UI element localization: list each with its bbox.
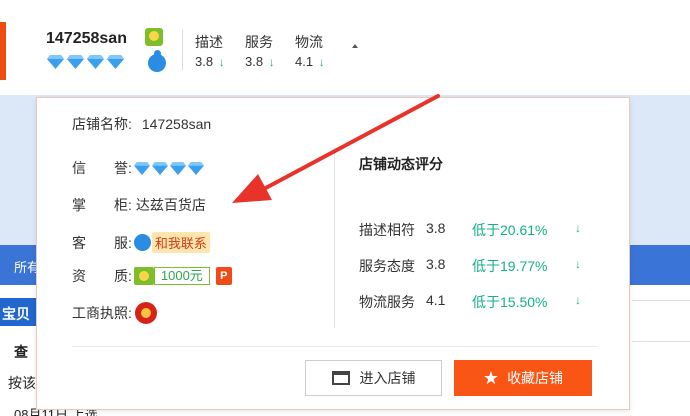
owner-row: 掌 柜: 达兹百货店 bbox=[72, 195, 206, 215]
background-text: 按该 bbox=[8, 375, 36, 391]
down-arrow-icon: ↓ bbox=[318, 55, 325, 69]
score-name: 服务态度 bbox=[359, 258, 415, 274]
diamond-icon bbox=[67, 55, 84, 69]
owner-label: 掌 柜: bbox=[72, 197, 132, 213]
credit-label: 信 誉: bbox=[72, 160, 132, 176]
score-name: 描述相符 bbox=[359, 222, 415, 238]
down-arrow-icon: ↓ bbox=[575, 293, 581, 307]
brand-edge bbox=[0, 22, 6, 80]
license-label: 工商执照: bbox=[72, 305, 132, 321]
wangwang-icon[interactable] bbox=[148, 50, 166, 72]
header-rating-describe: 描述 3.8 ↓ bbox=[195, 34, 225, 69]
service-row: 客 服: 和我联系 bbox=[72, 232, 210, 253]
seller-badge-icon bbox=[145, 28, 163, 46]
header-divider bbox=[182, 30, 183, 70]
background-lines bbox=[632, 300, 690, 416]
contact-seller-button[interactable]: 和我联系 bbox=[133, 232, 210, 253]
diamond-icon bbox=[151, 161, 168, 175]
qualification-row: 资 质: 1000元 P bbox=[72, 266, 232, 286]
dynamic-score-title: 店铺动态评分 bbox=[359, 156, 443, 172]
license-row: 工商执照: bbox=[72, 302, 157, 324]
diamond-icon bbox=[133, 161, 150, 175]
deposit-badge[interactable]: 1000元 P bbox=[133, 267, 232, 285]
shop-icon bbox=[331, 371, 350, 385]
score-compare: 低于20.61% bbox=[472, 222, 548, 238]
credit-diamonds bbox=[133, 161, 204, 175]
contact-text: 和我联系 bbox=[151, 232, 210, 253]
score-value: 3.8 bbox=[426, 220, 446, 236]
business-license-icon[interactable] bbox=[134, 302, 157, 324]
service-label: 客 服: bbox=[72, 234, 132, 251]
header-rating-logistics: 物流 4.1 ↓ bbox=[295, 34, 325, 69]
header-credit-diamonds bbox=[47, 55, 124, 69]
deposit-icon bbox=[133, 267, 154, 285]
favorite-shop-label: 收藏店铺 bbox=[507, 370, 564, 386]
score-value: 3.8 bbox=[426, 256, 446, 272]
diamond-icon bbox=[107, 55, 124, 69]
score-name: 物流服务 bbox=[359, 294, 415, 310]
background-text: 查 bbox=[14, 344, 28, 360]
shop-name-value: 147258san bbox=[141, 116, 212, 132]
shop-name-row: 店铺名称: 147258san bbox=[72, 114, 211, 134]
shop-info-popup: 店铺名称: 147258san 信 誉: 掌 柜: 达兹百货店 客 服: 和我联… bbox=[36, 97, 630, 410]
down-arrow-icon: ↓ bbox=[575, 257, 581, 271]
shop-name-label: 店铺名称: bbox=[72, 116, 132, 132]
header-shop-name[interactable]: 147258san bbox=[46, 30, 127, 48]
score-value: 4.1 bbox=[426, 292, 446, 308]
favorite-shop-button[interactable]: ★ 收藏店铺 bbox=[454, 360, 592, 396]
star-icon: ★ bbox=[482, 368, 500, 388]
protection-icon: P bbox=[215, 267, 232, 285]
popup-divider-horizontal bbox=[72, 346, 597, 347]
owner-value[interactable]: 达兹百货店 bbox=[136, 195, 206, 215]
wangwang-icon bbox=[133, 234, 151, 251]
down-arrow-icon: ↓ bbox=[268, 55, 275, 69]
enter-shop-button[interactable]: 进入店铺 bbox=[305, 360, 442, 396]
background-tab[interactable]: 宝贝 bbox=[0, 298, 40, 326]
diamond-icon bbox=[187, 161, 204, 175]
caret-up-icon[interactable] bbox=[352, 44, 358, 48]
diamond-icon bbox=[47, 55, 64, 69]
down-arrow-icon: ↓ bbox=[218, 55, 225, 69]
enter-shop-label: 进入店铺 bbox=[359, 370, 416, 386]
diamond-icon bbox=[87, 55, 104, 69]
deposit-amount: 1000元 bbox=[153, 267, 210, 285]
header-rating-service: 服务 3.8 ↓ bbox=[245, 34, 275, 69]
down-arrow-icon: ↓ bbox=[575, 221, 581, 235]
popup-divider-vertical bbox=[334, 148, 335, 328]
qualification-label: 资 质: bbox=[72, 268, 132, 284]
diamond-icon bbox=[169, 161, 186, 175]
credit-row: 信 誉: bbox=[72, 158, 204, 178]
score-compare: 低于15.50% bbox=[472, 294, 548, 310]
score-compare: 低于19.77% bbox=[472, 258, 548, 274]
